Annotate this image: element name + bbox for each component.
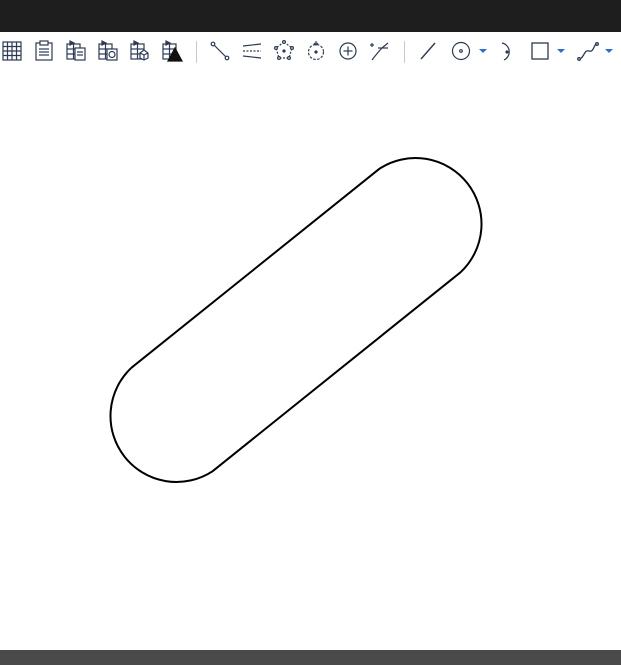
polygon-points-icon[interactable] — [272, 39, 296, 63]
rectangle-icon[interactable] — [528, 39, 552, 63]
sketch-edit-icon[interactable] — [64, 39, 88, 63]
circle-point-icon[interactable] — [304, 39, 328, 63]
bspline-icon[interactable] — [576, 39, 600, 63]
slot-sketch-outline[interactable] — [109, 157, 483, 483]
circle-icon[interactable] — [449, 39, 473, 63]
crosshair-circle-icon[interactable] — [336, 39, 360, 63]
sketch-viewport[interactable] — [0, 70, 621, 650]
toolbar-separator — [196, 41, 197, 63]
construction-lines-icon[interactable] — [240, 39, 264, 63]
sketcher-toolbar — [0, 32, 621, 70]
sketch-map-icon[interactable] — [96, 39, 120, 63]
trim-icon[interactable] — [368, 39, 392, 63]
sketch-validate-icon[interactable] — [128, 39, 152, 63]
title-bar — [0, 0, 621, 32]
toolbar-separator — [404, 41, 405, 63]
sketch-list-icon[interactable] — [32, 39, 56, 63]
arc-icon[interactable] — [496, 39, 520, 63]
sketch-canvas[interactable] — [0, 70, 621, 650]
line-icon[interactable] — [416, 39, 440, 63]
bspline-dropdown-icon[interactable] — [604, 48, 614, 54]
sketch-solid-icon[interactable] — [160, 39, 184, 63]
coincident-icon[interactable] — [208, 39, 232, 63]
circle-dropdown-icon[interactable] — [478, 48, 488, 54]
status-bar — [0, 650, 621, 665]
rectangle-dropdown-icon[interactable] — [556, 48, 566, 54]
grid-icon[interactable] — [0, 39, 24, 63]
